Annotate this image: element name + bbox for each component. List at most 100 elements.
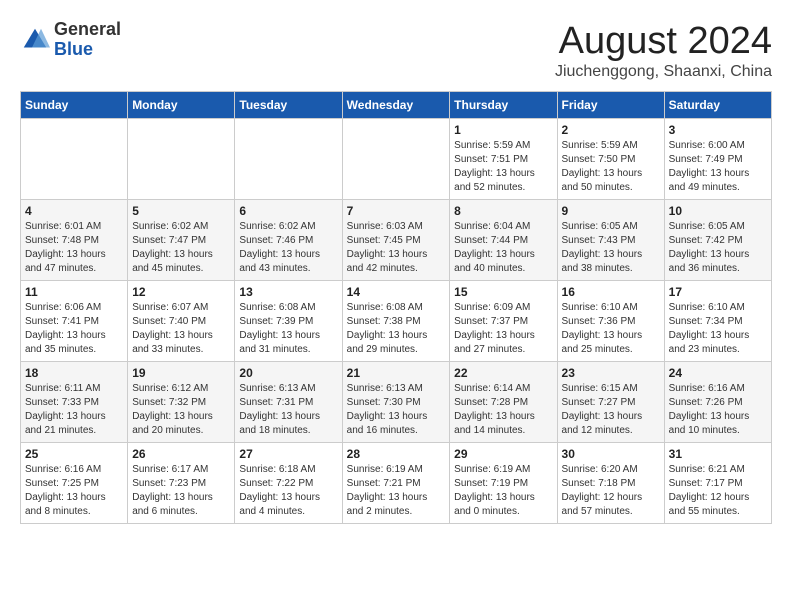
day-info: Sunrise: 6:17 AMSunset: 7:23 PMDaylight:… xyxy=(132,463,230,519)
calendar-cell: 20 Sunrise: 6:13 AMSunset: 7:31 PMDayligh… xyxy=(235,362,342,443)
calendar-header-wednesday: Wednesday xyxy=(342,92,450,119)
day-info: Sunrise: 6:13 AMSunset: 7:31 PMDaylight:… xyxy=(239,382,337,438)
day-info: Sunrise: 5:59 AMSunset: 7:51 PMDaylight:… xyxy=(454,139,552,195)
day-info: Sunrise: 6:10 AMSunset: 7:34 PMDaylight:… xyxy=(669,301,767,357)
calendar-cell: 1 Sunrise: 5:59 AMSunset: 7:51 PMDaylight… xyxy=(450,119,557,200)
calendar-week-row: 25 Sunrise: 6:16 AMSunset: 7:25 PMDayligh… xyxy=(21,443,772,524)
day-number: 12 xyxy=(132,285,230,299)
calendar-cell: 23 Sunrise: 6:15 AMSunset: 7:27 PMDayligh… xyxy=(557,362,664,443)
day-number: 1 xyxy=(454,123,552,137)
day-info: Sunrise: 6:05 AMSunset: 7:43 PMDaylight:… xyxy=(562,220,660,276)
day-number: 18 xyxy=(25,366,123,380)
day-info: Sunrise: 6:01 AMSunset: 7:48 PMDaylight:… xyxy=(25,220,123,276)
day-number: 30 xyxy=(562,447,660,461)
calendar-cell: 31Sunrise: 6:21 AMSunset: 7:17 PMDayligh… xyxy=(664,443,771,524)
calendar-cell: 8 Sunrise: 6:04 AMSunset: 7:44 PMDaylight… xyxy=(450,200,557,281)
day-number: 22 xyxy=(454,366,552,380)
day-info: Sunrise: 6:04 AMSunset: 7:44 PMDaylight:… xyxy=(454,220,552,276)
day-number: 15 xyxy=(454,285,552,299)
calendar-cell: 27 Sunrise: 6:18 AMSunset: 7:22 PMDayligh… xyxy=(235,443,342,524)
day-number: 5 xyxy=(132,204,230,218)
calendar-cell: 6 Sunrise: 6:02 AMSunset: 7:46 PMDaylight… xyxy=(235,200,342,281)
day-number: 13 xyxy=(239,285,337,299)
day-info: Sunrise: 6:00 AMSunset: 7:49 PMDaylight:… xyxy=(669,139,767,195)
day-number: 21 xyxy=(347,366,446,380)
day-info: Sunrise: 6:13 AMSunset: 7:30 PMDaylight:… xyxy=(347,382,446,438)
calendar-cell xyxy=(342,119,450,200)
day-number: 6 xyxy=(239,204,337,218)
calendar-header-friday: Friday xyxy=(557,92,664,119)
calendar-week-row: 1 Sunrise: 5:59 AMSunset: 7:51 PMDaylight… xyxy=(21,119,772,200)
day-number: 26 xyxy=(132,447,230,461)
calendar-cell: 7Sunrise: 6:03 AMSunset: 7:45 PMDaylight… xyxy=(342,200,450,281)
calendar-week-row: 18 Sunrise: 6:11 AMSunset: 7:33 PMDayligh… xyxy=(21,362,772,443)
day-number: 9 xyxy=(562,204,660,218)
day-info: Sunrise: 6:19 AMSunset: 7:19 PMDaylight:… xyxy=(454,463,552,519)
calendar-cell: 22 Sunrise: 6:14 AMSunset: 7:28 PMDayligh… xyxy=(450,362,557,443)
day-info: Sunrise: 6:15 AMSunset: 7:27 PMDaylight:… xyxy=(562,382,660,438)
title-section: August 2024 Jiuchenggong, Shaanxi, China xyxy=(555,20,772,81)
calendar-cell: 2Sunrise: 5:59 AMSunset: 7:50 PMDaylight… xyxy=(557,119,664,200)
day-info: Sunrise: 6:06 AMSunset: 7:41 PMDaylight:… xyxy=(25,301,123,357)
day-number: 23 xyxy=(562,366,660,380)
day-info: Sunrise: 6:08 AMSunset: 7:39 PMDaylight:… xyxy=(239,301,337,357)
calendar-cell: 17Sunrise: 6:10 AMSunset: 7:34 PMDayligh… xyxy=(664,281,771,362)
day-info: Sunrise: 6:08 AMSunset: 7:38 PMDaylight:… xyxy=(347,301,446,357)
day-number: 3 xyxy=(669,123,767,137)
subtitle: Jiuchenggong, Shaanxi, China xyxy=(555,63,772,81)
calendar-header-sunday: Sunday xyxy=(21,92,128,119)
day-info: Sunrise: 6:20 AMSunset: 7:18 PMDaylight:… xyxy=(562,463,660,519)
calendar-cell: 10Sunrise: 6:05 AMSunset: 7:42 PMDayligh… xyxy=(664,200,771,281)
calendar-header-thursday: Thursday xyxy=(450,92,557,119)
day-number: 4 xyxy=(25,204,123,218)
calendar-cell: 14 Sunrise: 6:08 AMSunset: 7:38 PMDayligh… xyxy=(342,281,450,362)
calendar-cell: 29 Sunrise: 6:19 AMSunset: 7:19 PMDayligh… xyxy=(450,443,557,524)
calendar-cell: 9 Sunrise: 6:05 AMSunset: 7:43 PMDaylight… xyxy=(557,200,664,281)
calendar-cell: 15Sunrise: 6:09 AMSunset: 7:37 PMDayligh… xyxy=(450,281,557,362)
calendar-cell: 19Sunrise: 6:12 AMSunset: 7:32 PMDayligh… xyxy=(128,362,235,443)
day-number: 25 xyxy=(25,447,123,461)
header: General Blue August 2024 Jiuchenggong, S… xyxy=(20,20,772,81)
calendar-cell: 28Sunrise: 6:19 AMSunset: 7:21 PMDayligh… xyxy=(342,443,450,524)
calendar-cell: 18 Sunrise: 6:11 AMSunset: 7:33 PMDayligh… xyxy=(21,362,128,443)
day-info: Sunrise: 6:14 AMSunset: 7:28 PMDaylight:… xyxy=(454,382,552,438)
day-info: Sunrise: 5:59 AMSunset: 7:50 PMDaylight:… xyxy=(562,139,660,195)
day-number: 10 xyxy=(669,204,767,218)
calendar-header-saturday: Saturday xyxy=(664,92,771,119)
calendar: SundayMondayTuesdayWednesdayThursdayFrid… xyxy=(20,91,772,524)
calendar-cell: 4 Sunrise: 6:01 AMSunset: 7:48 PMDaylight… xyxy=(21,200,128,281)
day-number: 20 xyxy=(239,366,337,380)
day-info: Sunrise: 6:18 AMSunset: 7:22 PMDaylight:… xyxy=(239,463,337,519)
logo: General Blue xyxy=(20,20,121,60)
calendar-cell: 30 Sunrise: 6:20 AMSunset: 7:18 PMDayligh… xyxy=(557,443,664,524)
logo-general: General xyxy=(54,20,121,40)
calendar-cell: 13 Sunrise: 6:08 AMSunset: 7:39 PMDayligh… xyxy=(235,281,342,362)
day-number: 14 xyxy=(347,285,446,299)
calendar-cell: 3 Sunrise: 6:00 AMSunset: 7:49 PMDaylight… xyxy=(664,119,771,200)
calendar-cell xyxy=(128,119,235,200)
day-number: 28 xyxy=(347,447,446,461)
calendar-cell xyxy=(235,119,342,200)
day-number: 27 xyxy=(239,447,337,461)
day-info: Sunrise: 6:07 AMSunset: 7:40 PMDaylight:… xyxy=(132,301,230,357)
day-number: 16 xyxy=(562,285,660,299)
day-info: Sunrise: 6:02 AMSunset: 7:46 PMDaylight:… xyxy=(239,220,337,276)
day-info: Sunrise: 6:16 AMSunset: 7:25 PMDaylight:… xyxy=(25,463,123,519)
calendar-week-row: 11Sunrise: 6:06 AMSunset: 7:41 PMDayligh… xyxy=(21,281,772,362)
calendar-cell: 26 Sunrise: 6:17 AMSunset: 7:23 PMDayligh… xyxy=(128,443,235,524)
day-number: 19 xyxy=(132,366,230,380)
day-number: 29 xyxy=(454,447,552,461)
calendar-cell: 24Sunrise: 6:16 AMSunset: 7:26 PMDayligh… xyxy=(664,362,771,443)
calendar-cell: 21 Sunrise: 6:13 AMSunset: 7:30 PMDayligh… xyxy=(342,362,450,443)
calendar-cell: 12 Sunrise: 6:07 AMSunset: 7:40 PMDayligh… xyxy=(128,281,235,362)
calendar-cell: 11Sunrise: 6:06 AMSunset: 7:41 PMDayligh… xyxy=(21,281,128,362)
day-number: 8 xyxy=(454,204,552,218)
logo-icon xyxy=(20,25,50,55)
logo-text: General Blue xyxy=(54,20,121,60)
day-info: Sunrise: 6:10 AMSunset: 7:36 PMDaylight:… xyxy=(562,301,660,357)
day-info: Sunrise: 6:03 AMSunset: 7:45 PMDaylight:… xyxy=(347,220,446,276)
calendar-cell xyxy=(21,119,128,200)
calendar-header-row: SundayMondayTuesdayWednesdayThursdayFrid… xyxy=(21,92,772,119)
day-info: Sunrise: 6:16 AMSunset: 7:26 PMDaylight:… xyxy=(669,382,767,438)
day-info: Sunrise: 6:11 AMSunset: 7:33 PMDaylight:… xyxy=(25,382,123,438)
